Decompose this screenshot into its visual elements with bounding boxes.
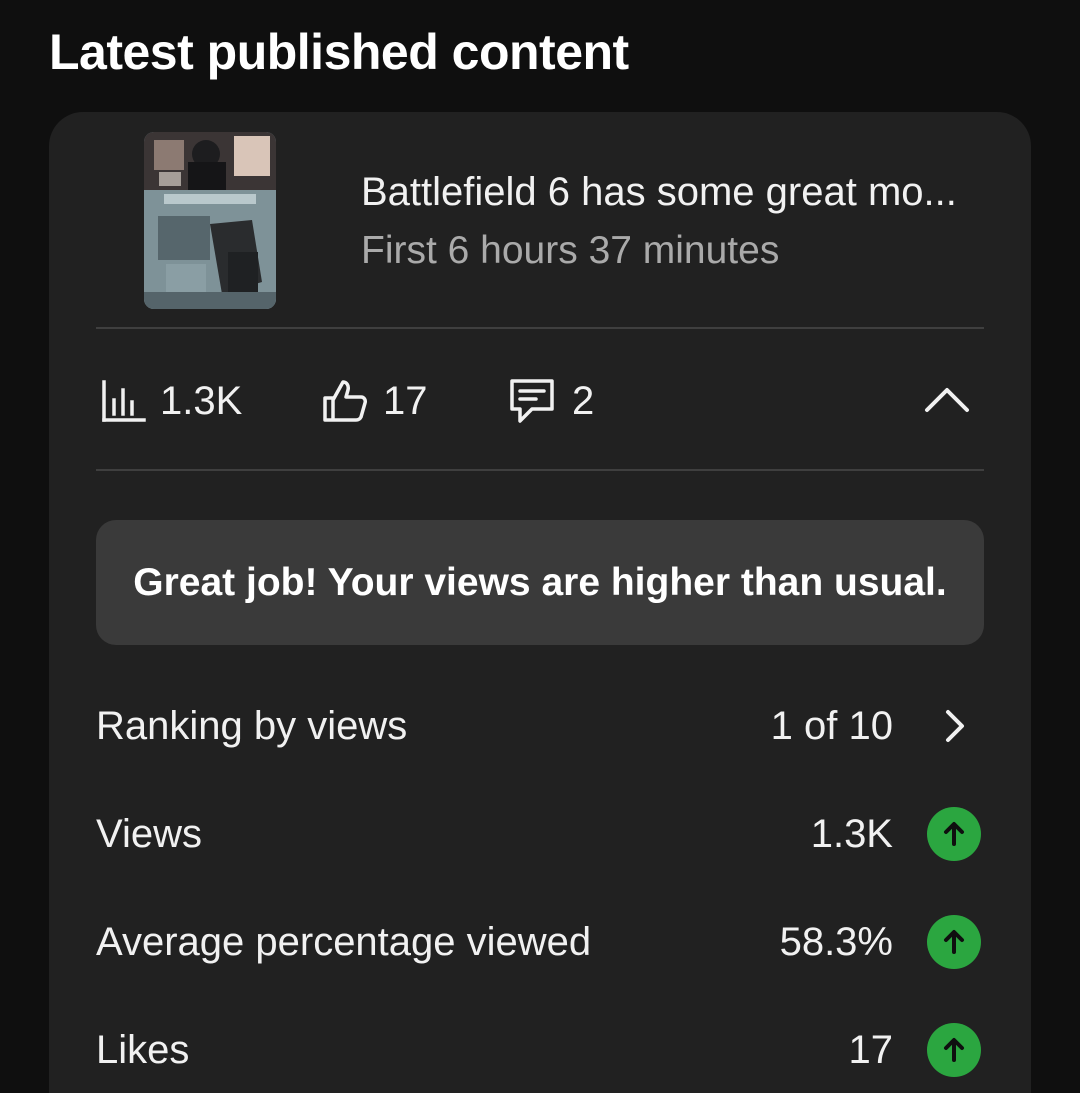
latest-content-card: Battlefield 6 has some great mo... First…: [49, 112, 1031, 1093]
comments-count: 2: [572, 378, 595, 423]
metric-views-row: Views 1.3K: [96, 804, 984, 864]
video-thumbnail[interactable]: [144, 132, 276, 309]
thumbs-up-icon: [321, 378, 369, 424]
metric-value: 1.3K: [810, 812, 893, 856]
metric-label: Views: [96, 812, 202, 856]
comments-stat: 2: [506, 378, 594, 424]
likes-count: 17: [383, 378, 428, 423]
analytics-page: Latest published content Battlefield 6 h…: [0, 0, 1080, 1093]
metric-avg-percentage-row: Average percentage viewed 58.3%: [96, 912, 984, 972]
metric-label: Likes: [96, 1028, 190, 1072]
comment-icon: [506, 377, 558, 425]
bar-chart-icon: [100, 378, 146, 424]
views-count: 1.3K: [160, 378, 243, 423]
metric-value: 1 of 10: [770, 704, 893, 748]
metric-likes-row: Likes 17: [96, 1020, 984, 1080]
arrow-up-icon: [927, 1023, 981, 1077]
arrow-up-icon: [927, 807, 981, 861]
section-title: Latest published content: [49, 24, 629, 80]
metric-value: 17: [848, 1028, 894, 1072]
performance-banner: Great job! Your views are higher than us…: [96, 520, 984, 645]
metric-label: Average percentage viewed: [96, 920, 592, 964]
stats-row: 1.3K 17 2: [49, 330, 1031, 470]
metric-label: Ranking by views: [96, 704, 408, 748]
arrow-up-icon: [927, 915, 981, 969]
video-row[interactable]: Battlefield 6 has some great mo... First…: [49, 112, 1031, 327]
metric-ranking-row[interactable]: Ranking by views 1 of 10: [96, 696, 984, 756]
divider: [96, 327, 984, 329]
metric-value: 58.3%: [779, 920, 893, 964]
likes-stat: 17: [321, 378, 428, 424]
chevron-up-icon[interactable]: [921, 380, 973, 420]
views-stat: 1.3K: [100, 378, 242, 424]
divider: [96, 469, 984, 471]
video-title[interactable]: Battlefield 6 has some great mo...: [361, 168, 1001, 216]
chevron-right-icon[interactable]: [942, 708, 968, 744]
video-age: First 6 hours 37 minutes: [361, 229, 780, 272]
